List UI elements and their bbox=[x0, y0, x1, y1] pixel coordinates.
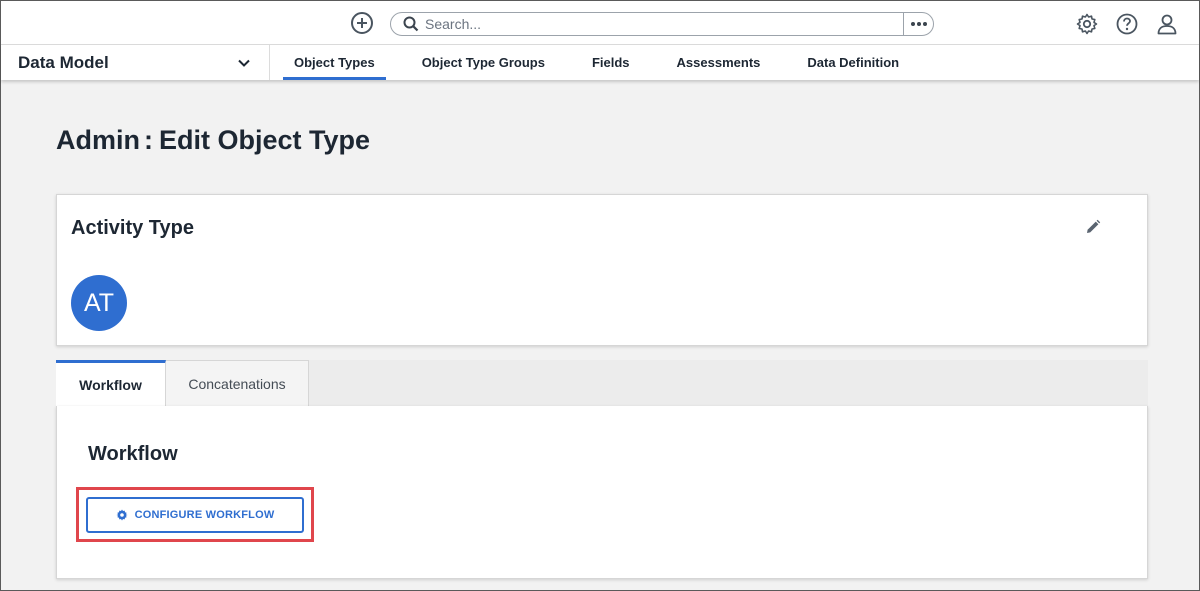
avatar: AT bbox=[71, 275, 127, 331]
nav-tab-object-types[interactable]: Object Types bbox=[283, 45, 386, 80]
add-icon bbox=[357, 18, 367, 28]
workflow-panel: Workflow CONFIGURE WORKFLOW bbox=[56, 406, 1148, 579]
page-title-prefix: Admin bbox=[56, 125, 140, 155]
configure-workflow-button[interactable]: CONFIGURE WORKFLOW bbox=[86, 497, 304, 533]
search-bar bbox=[390, 12, 934, 36]
page-title-separator: : bbox=[144, 125, 153, 155]
nav-tab-assessments[interactable]: Assessments bbox=[666, 45, 772, 80]
user-icon[interactable] bbox=[1155, 12, 1179, 36]
more-icon bbox=[910, 22, 927, 26]
tab-workflow[interactable]: Workflow bbox=[56, 360, 166, 406]
gear-icon[interactable] bbox=[1075, 12, 1099, 36]
section-selector[interactable]: Data Model bbox=[1, 45, 270, 80]
nav-tab-object-type-groups[interactable]: Object Type Groups bbox=[411, 45, 556, 80]
search-input[interactable] bbox=[425, 14, 903, 34]
nav-tabs: Object Types Object Type Groups Fields A… bbox=[283, 45, 935, 80]
page-title-main: Edit Object Type bbox=[159, 125, 371, 155]
tab-concatenations[interactable]: Concatenations bbox=[166, 360, 309, 406]
help-icon[interactable] bbox=[1115, 12, 1139, 36]
object-type-name: Activity Type bbox=[71, 217, 194, 239]
nav-tab-data-definition[interactable]: Data Definition bbox=[796, 45, 910, 80]
detail-tabs: Workflow Concatenations bbox=[56, 360, 1148, 406]
nav-tab-fields[interactable]: Fields bbox=[581, 45, 641, 80]
search-options-button[interactable] bbox=[903, 13, 933, 35]
add-button[interactable] bbox=[351, 12, 373, 34]
gear-icon bbox=[116, 509, 128, 521]
object-type-card: Activity Type AT bbox=[56, 194, 1148, 346]
nav-bar: Data Model Object Types Object Type Grou… bbox=[1, 45, 1199, 80]
top-bar bbox=[1, 1, 1199, 45]
chevron-down-icon bbox=[238, 59, 250, 67]
page-title: Admin : Edit Object Type bbox=[56, 125, 370, 156]
pencil-icon[interactable] bbox=[1085, 219, 1101, 235]
search-icon bbox=[403, 16, 419, 32]
workflow-heading: Workflow bbox=[88, 443, 178, 465]
configure-workflow-label: CONFIGURE WORKFLOW bbox=[134, 509, 275, 521]
top-actions bbox=[1075, 12, 1179, 36]
section-title: Data Model bbox=[18, 52, 109, 72]
